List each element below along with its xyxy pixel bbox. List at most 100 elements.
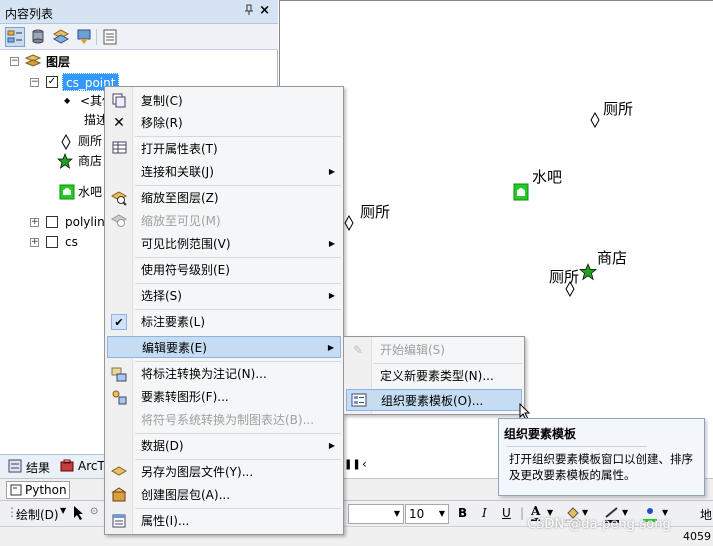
menu-visible-scale-range[interactable]: 可见比例范围(V) ▶ <box>107 233 341 255</box>
menu-save-as-layer-file-label: 另存为图层文件(Y)... <box>141 465 254 479</box>
water-symbol-icon <box>59 184 75 203</box>
map-shop-symbol <box>579 263 597 284</box>
bold-button[interactable]: B <box>458 506 467 520</box>
draw-menu-arrow-icon[interactable]: ▼ <box>60 506 66 515</box>
map-label-toilet-3: 厕所 <box>549 268 580 286</box>
menu-use-symbol-levels[interactable]: 使用符号级别(E) <box>107 259 341 281</box>
collapse-layers-icon[interactable]: − <box>10 57 19 66</box>
line-color-arrow-icon[interactable]: ▼ <box>622 508 628 517</box>
scroll-left-icon[interactable]: ‹ <box>362 457 367 471</box>
scroll-pause-icon[interactable]: ❚❚ <box>344 459 361 470</box>
toc-title-bar: 内容列表 × <box>0 0 278 24</box>
menu-open-attribute-table-label: 打开属性表(T) <box>141 142 218 156</box>
submenu-arrow-icon: ▶ <box>328 291 335 300</box>
menu-edit-features[interactable]: 编辑要素(E) ▶ <box>107 336 341 358</box>
pin-icon[interactable] <box>244 4 254 19</box>
menu-zoom-to-layer[interactable]: 缩放至图层(Z) <box>107 187 341 209</box>
menu-properties[interactable]: 属性(I)... <box>107 510 341 532</box>
underline-button[interactable]: U <box>502 506 511 520</box>
submenu-define-feature-type[interactable]: 定义新要素类型(N)... <box>346 365 522 387</box>
chevron-down-icon: ▼ <box>393 509 400 518</box>
edit-features-submenu: ✎ 开始编辑(S) 定义新要素类型(N)... 组织要素模板(O)... <box>343 336 525 415</box>
menu-selection[interactable]: 选择(S) ▶ <box>107 285 341 307</box>
font-color-arrow-icon[interactable]: ▼ <box>547 508 553 517</box>
menu-save-as-layer-file[interactable]: 另存为图层文件(Y)... <box>107 461 341 483</box>
submenu-start-editing-label: 开始编辑(S) <box>380 343 445 357</box>
menu-label-features[interactable]: ✔ 标注要素(L) <box>107 311 341 333</box>
menu-create-layer-package[interactable]: 创建图层包(A)... <box>107 484 341 506</box>
arctoolbox-tab[interactable]: ArcT <box>78 459 105 473</box>
submenu-organize-templates[interactable]: 组织要素模板(O)... <box>346 389 522 411</box>
menu-separator <box>135 136 341 137</box>
tooltip-title: 组织要素模板 <box>504 427 577 441</box>
menu-joins-relates[interactable]: 连接和关联(J) ▶ <box>107 161 341 183</box>
collapse-cs-point-icon[interactable]: − <box>30 78 39 87</box>
map-toilet-symbol-2 <box>344 214 354 234</box>
menu-open-attribute-table[interactable]: 打开属性表(T) <box>107 138 341 160</box>
rotate-icon[interactable]: ⊙ <box>90 506 98 517</box>
font-name-select[interactable]: ▼ <box>348 504 404 524</box>
menu-separator <box>135 257 341 258</box>
menu-joins-relates-label: 连接和关联(J) <box>141 165 214 179</box>
select-elements-icon[interactable] <box>73 505 85 524</box>
list-by-visibility-icon[interactable] <box>51 27 71 47</box>
menu-use-symbol-levels-label: 使用符号级别(E) <box>141 263 230 277</box>
italic-button[interactable]: I <box>482 506 487 520</box>
list-by-source-icon[interactable] <box>28 27 48 47</box>
remove-icon: ✕ <box>113 115 125 131</box>
submenu-define-feature-type-label: 定义新要素类型(N)... <box>380 369 494 383</box>
fill-color-arrow-icon[interactable]: ▼ <box>582 508 588 517</box>
legend-shop: 商店 <box>78 154 103 168</box>
menu-zoom-to-visible[interactable]: 缩放至可见(M) <box>107 210 341 232</box>
diamond-symbol-icon <box>61 133 71 153</box>
list-by-drawing-order-icon[interactable] <box>5 27 25 47</box>
menu-features-to-graphics-label: 要素转图形(F)... <box>141 390 229 404</box>
menu-copy[interactable]: 复制(C) <box>107 90 341 112</box>
menu-features-to-graphics[interactable]: 要素转图形(F)... <box>107 386 341 408</box>
list-by-selection-icon[interactable] <box>74 27 94 47</box>
cs-visibility-checkbox[interactable] <box>46 236 58 248</box>
menu-convert-labels-to-annotation[interactable]: 将标注转换为注记(N)... <box>107 363 341 385</box>
check-icon: ✔ <box>111 314 127 330</box>
draw-menu[interactable]: 绘制(D) <box>16 506 59 523</box>
submenu-arrow-icon: ▶ <box>327 343 334 352</box>
menu-remove[interactable]: ✕ 移除(R) <box>107 112 341 134</box>
star-symbol-icon <box>57 153 73 172</box>
expand-cs-icon[interactable]: + <box>30 238 39 247</box>
tooltip-body: 打开组织要素模板窗口以创建、排序及更改要素模板的属性。 <box>509 452 693 482</box>
python-tab[interactable]: Python <box>6 481 70 499</box>
menu-data[interactable]: 数据(D) ▶ <box>107 435 341 457</box>
polyline-visibility-checkbox[interactable] <box>46 216 58 228</box>
menu-separator <box>135 459 341 460</box>
watermark: CSDN @da-peng-song <box>527 517 671 532</box>
results-tab[interactable]: 结果 <box>26 459 50 476</box>
menu-visible-scale-range-label: 可见比例范围(V) <box>141 237 231 251</box>
toc-toolbar <box>0 24 278 50</box>
tooltip: 组织要素模板 打开组织要素模板窗口以创建、排序及更改要素模板的属性。 <box>498 418 705 496</box>
layer-package-icon <box>111 487 127 503</box>
font-size-select[interactable]: 10 ▼ <box>405 504 449 524</box>
layer-context-menu: 复制(C) ✕ 移除(R) 打开属性表(T) 连接和关联(J) ▶ 缩放至图层(… <box>104 86 344 535</box>
toolbar-separator: | <box>520 506 525 520</box>
marker-color-arrow-icon[interactable]: ▼ <box>662 508 668 517</box>
menu-convert-symbology[interactable]: 将符号系统转换为制图表达(B)... <box>107 409 341 431</box>
menu-create-layer-package-label: 创建图层包(A)... <box>141 488 231 502</box>
menu-separator <box>374 363 522 364</box>
map-label-toilet-2: 厕所 <box>360 203 391 221</box>
options-icon[interactable] <box>100 27 120 47</box>
close-icon[interactable]: × <box>259 3 270 18</box>
expand-polyline-icon[interactable]: + <box>30 218 39 227</box>
results-icon <box>8 459 22 476</box>
chevron-down-icon: ▼ <box>438 509 445 518</box>
cs-point-visibility-checkbox[interactable]: ✓ <box>46 76 58 88</box>
layers-root-label: 图层 <box>46 55 71 69</box>
menu-properties-label: 属性(I)... <box>141 514 190 528</box>
python-tab-label: Python <box>25 483 67 497</box>
layer-polyline[interactable]: polylin <box>65 213 105 231</box>
edit-pencil-icon: ✎ <box>352 343 364 357</box>
submenu-start-editing[interactable]: ✎ 开始编辑(S) <box>346 339 522 361</box>
copy-icon <box>111 93 127 109</box>
layer-cs[interactable]: cs <box>65 233 78 251</box>
submenu-organize-templates-label: 组织要素模板(O)... <box>381 394 484 408</box>
toc-title: 内容列表 <box>5 7 54 21</box>
